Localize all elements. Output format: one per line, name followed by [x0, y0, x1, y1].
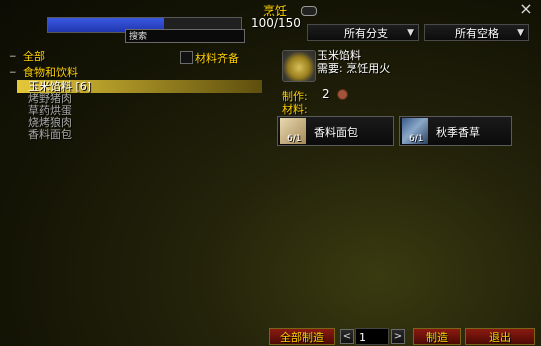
branch-dropdown[interactable]: 所有分支 ▼ — [307, 24, 419, 41]
item-requirement: 需要: 烹饪用火 — [317, 62, 391, 75]
make-count: 2 — [322, 87, 330, 101]
slot-dropdown[interactable]: 所有空格 ▼ — [424, 24, 529, 41]
reagent-count: 6/1 — [409, 134, 424, 144]
reagent-count: 6/1 — [287, 134, 302, 144]
reagent-slot[interactable]: 6/1 香料面包 — [277, 116, 394, 146]
make-button[interactable]: 制造 — [413, 328, 461, 345]
materials-checkbox[interactable] — [180, 51, 193, 64]
collapse-category-icon[interactable]: − — [9, 68, 17, 78]
recipe-item[interactable]: 烧烤狼肉 — [28, 117, 72, 128]
collapse-all-icon[interactable]: − — [9, 52, 17, 62]
coin-icon — [337, 89, 348, 100]
chevron-down-icon: ▼ — [517, 28, 524, 38]
recipe-item[interactable]: 香料面包 — [28, 129, 72, 140]
branch-dropdown-label: 所有分支 — [344, 27, 388, 40]
toggle-icon[interactable] — [301, 6, 317, 16]
chevron-down-icon: ▼ — [407, 28, 414, 38]
corn-stuffing-icon[interactable] — [282, 50, 316, 82]
slot-dropdown-label: 所有空格 — [455, 27, 499, 40]
reagent-slot[interactable]: 6/1 秋季香草 — [399, 116, 512, 146]
make-all-button[interactable]: 全部制造 — [269, 328, 335, 345]
recipe-item[interactable]: 玉米馅料 [6] — [28, 81, 91, 92]
reagent-name: 香料面包 — [314, 126, 358, 139]
reagent-name: 秋季香草 — [436, 126, 480, 139]
quantity-input[interactable]: 1 — [355, 328, 389, 345]
materials-label: 材料: — [282, 103, 308, 116]
search-input[interactable]: 搜索 — [125, 29, 245, 43]
recipe-item[interactable]: 草药烘蛋 — [28, 105, 72, 116]
recipe-item[interactable]: 烤野猪肉 — [28, 93, 72, 104]
tree-all[interactable]: 全部 — [23, 51, 45, 62]
increment-button[interactable]: > — [391, 329, 405, 344]
close-button[interactable]: × — [517, 0, 535, 18]
materials-checkbox-label: 材料齐备 — [195, 52, 239, 65]
skill-progress-text: 100/150 — [251, 16, 301, 30]
tree-category[interactable]: 食物和饮料 — [23, 67, 78, 78]
decrement-button[interactable]: < — [340, 329, 354, 344]
exit-button[interactable]: 退出 — [465, 328, 535, 345]
